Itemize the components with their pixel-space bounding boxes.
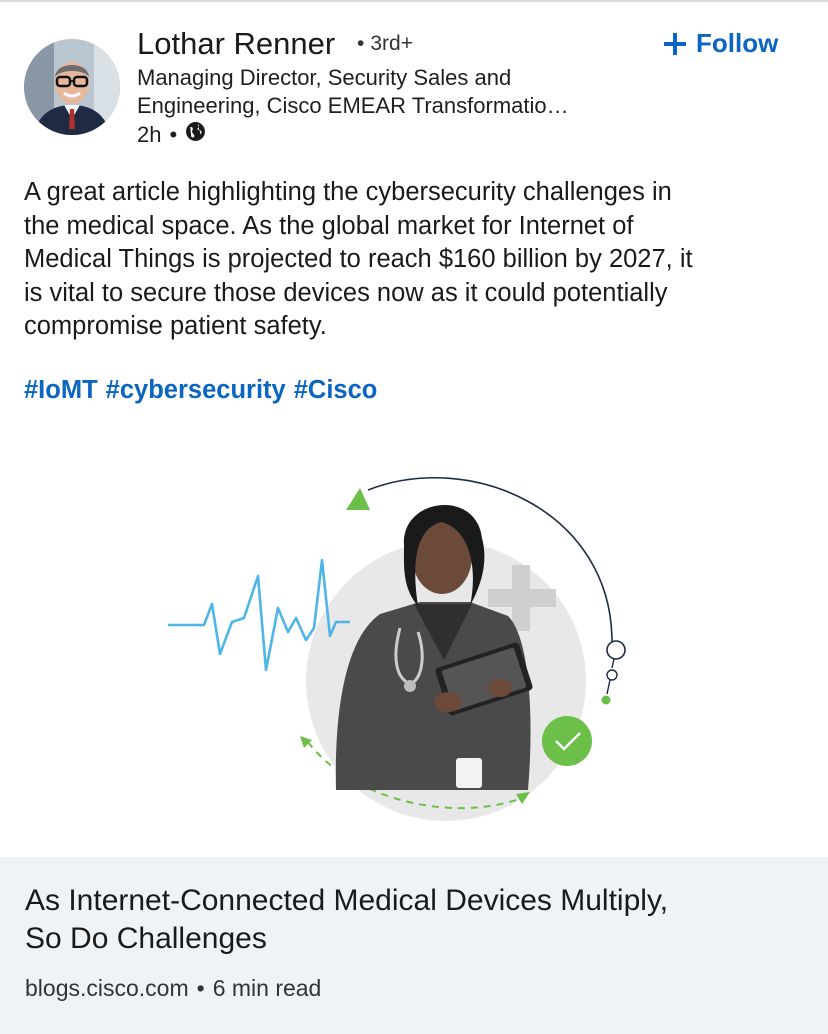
- article-title-line: As Internet-Connected Medical Devices Mu…: [25, 884, 669, 917]
- author-name[interactable]: Lothar Renner: [137, 26, 335, 62]
- plus-icon: [664, 32, 686, 55]
- article-image[interactable]: [0, 418, 828, 858]
- degree-label: 3rd+: [370, 32, 413, 55]
- headline-line: Engineering, Cisco EMEAR Transformatio…: [137, 93, 569, 118]
- post-body: A great article highlighting the cyberse…: [24, 176, 814, 344]
- post-text-line: is vital to secure those devices now as …: [24, 278, 668, 307]
- separator-dot: •: [169, 121, 178, 147]
- post-text-line: A great article highlighting the cyberse…: [24, 178, 672, 206]
- post-text-line: the medical space. As the global market …: [24, 211, 634, 240]
- hashtag-link[interactable]: #cybersecurity: [106, 376, 286, 404]
- top-divider: [0, 0, 828, 2]
- post-text-line: compromise patient safety.: [24, 312, 327, 340]
- article-title-line: So Do Challenges: [25, 922, 267, 955]
- headline-line: Managing Director, Security Sales and: [137, 65, 512, 90]
- follow-label: Follow: [696, 28, 779, 58]
- hashtag-link[interactable]: #Cisco: [294, 376, 378, 404]
- hashtag-list: #IoMT #cybersecurity #Cisco: [24, 376, 385, 405]
- article-title[interactable]: As Internet-Connected Medical Devices Mu…: [25, 882, 815, 958]
- article-meta: blogs.cisco.com • 6 min read: [25, 975, 321, 1002]
- article-source: blogs.cisco.com: [25, 975, 189, 1001]
- follow-button[interactable]: Follow: [662, 28, 778, 59]
- post-time: 2h: [137, 121, 162, 147]
- separator-dot: •: [196, 975, 205, 1001]
- hashtag-link[interactable]: #IoMT: [24, 376, 98, 404]
- post-text-line: Medical Things is projected to reach $16…: [24, 245, 693, 273]
- post-meta: 2h •: [137, 121, 206, 148]
- separator-dot: •: [357, 32, 365, 55]
- article-read-time: 6 min read: [212, 975, 322, 1001]
- globe-icon: [185, 121, 206, 148]
- avatar[interactable]: [24, 39, 120, 135]
- author-headline: Managing Director, Security Sales and En…: [137, 64, 637, 120]
- connection-degree: • 3rd+: [357, 32, 413, 56]
